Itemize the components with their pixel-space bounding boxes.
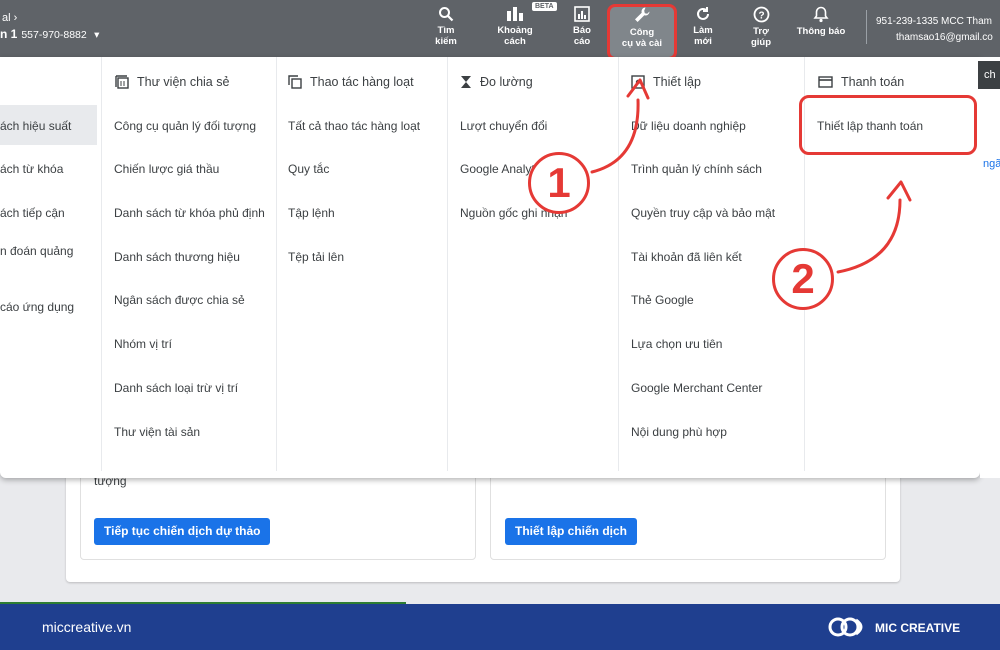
step-1-marker: 1 — [528, 152, 590, 214]
mic-logo-icon — [828, 617, 863, 637]
step-2-marker: 2 — [772, 248, 834, 310]
footer-brand: MIC CREATIVE — [875, 621, 961, 635]
annotation-arrows — [590, 78, 912, 274]
footer-banner: miccreative.vn MIC CREATIVE — [0, 604, 1000, 650]
footer-site: miccreative.vn — [42, 619, 132, 635]
